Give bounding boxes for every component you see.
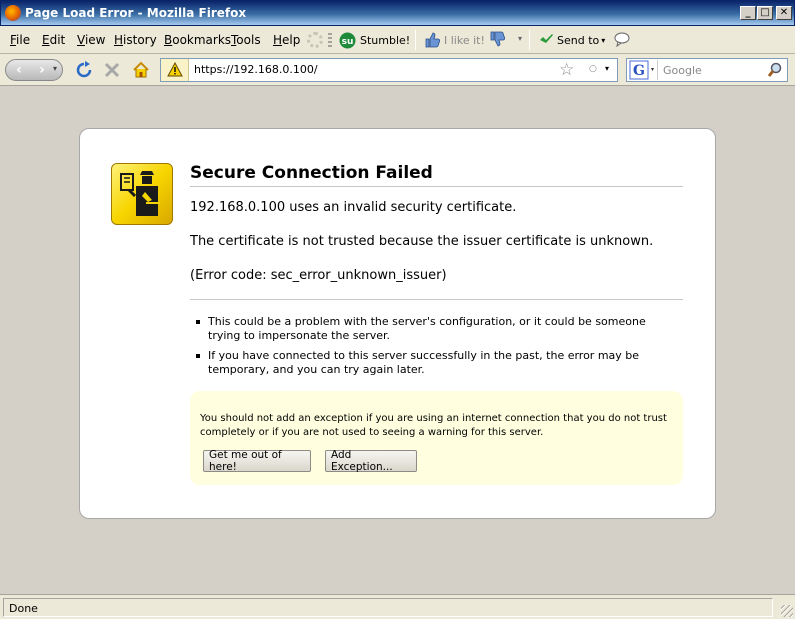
toolbar-separator xyxy=(415,30,416,50)
error-line-2: The certificate is not trusted because t… xyxy=(190,234,654,249)
send-to-label: Send to xyxy=(557,33,600,47)
divider xyxy=(190,299,683,300)
menu-tools[interactable]: Tools xyxy=(231,33,261,47)
feed-icon[interactable]: ○ xyxy=(589,64,597,74)
window-title: Page Load Error - Mozilla Firefox xyxy=(25,6,247,20)
minimize-button[interactable]: _ xyxy=(740,6,756,20)
error-code: (Error code: sec_error_unknown_issuer) xyxy=(190,268,447,283)
list-item: If you have connected to this server suc… xyxy=(196,349,676,377)
send-to-button[interactable]: Send to ▾ xyxy=(538,30,605,50)
home-button[interactable] xyxy=(131,59,151,81)
status-panel: Done xyxy=(3,598,773,617)
forward-arrow-icon: › xyxy=(39,62,45,78)
forward-button[interactable]: › xyxy=(31,60,53,80)
toolbar-dropdown-icon[interactable]: ▾ xyxy=(518,34,522,43)
menu-view[interactable]: View xyxy=(77,33,105,47)
stop-button[interactable] xyxy=(102,59,122,81)
stumble-button[interactable]: su Stumble! xyxy=(339,30,410,50)
send-to-icon xyxy=(540,34,553,43)
reload-button[interactable] xyxy=(74,59,94,81)
bookmark-star-icon[interactable]: ☆ xyxy=(559,60,574,80)
warning-icon xyxy=(167,61,183,77)
comment-button[interactable] xyxy=(614,31,630,47)
status-bar: Done xyxy=(0,594,795,619)
resize-grip-icon[interactable] xyxy=(781,605,793,617)
firefox-icon[interactable] xyxy=(5,5,21,21)
search-bar[interactable]: G Google xyxy=(626,58,788,82)
stumble-label: Stumble! xyxy=(360,33,411,47)
google-icon: G xyxy=(629,60,654,80)
url-bar[interactable]: https://192.168.0.100/ ☆ ○ ▾ xyxy=(160,58,618,82)
search-placeholder: Google xyxy=(663,64,702,77)
maximize-button[interactable]: □ xyxy=(757,6,773,20)
title-bar[interactable]: Page Load Error - Mozilla Firefox _ □ ✕ xyxy=(0,0,795,26)
menu-edit[interactable]: Edit xyxy=(42,33,65,47)
stop-icon xyxy=(104,62,120,78)
toolbar-separator xyxy=(529,30,530,50)
url-dropdown-icon[interactable]: ▾ xyxy=(605,64,609,73)
close-button[interactable]: ✕ xyxy=(776,6,792,20)
list-item: This could be a problem with the server'… xyxy=(196,315,676,343)
menu-help[interactable]: Help xyxy=(273,33,300,47)
status-text: Done xyxy=(9,602,38,615)
error-line-1: 192.168.0.100 uses an invalid security c… xyxy=(190,200,517,215)
ilike-label: I like it! xyxy=(444,33,485,47)
ilike-button[interactable]: I like it! xyxy=(424,30,485,50)
history-dropdown-icon[interactable]: ▾ xyxy=(53,64,57,73)
speech-bubble-icon xyxy=(614,32,630,47)
officer-figure-icon xyxy=(120,171,160,216)
throbber-icon xyxy=(307,32,323,48)
add-exception-button[interactable]: Add Exception... xyxy=(325,449,417,473)
back-arrow-icon: ‹ xyxy=(16,62,22,78)
reload-icon xyxy=(76,61,92,78)
search-engine-button[interactable]: G xyxy=(628,60,658,80)
error-title: Secure Connection Failed xyxy=(190,163,683,187)
svg-text:su: su xyxy=(342,37,354,47)
get-me-out-button[interactable]: Get me out of here! xyxy=(203,449,311,473)
thumbs-up-icon xyxy=(425,32,440,48)
stumbleupon-icon: su xyxy=(339,32,356,48)
menu-file[interactable]: File xyxy=(10,33,30,47)
error-bullet-list: This could be a problem with the server'… xyxy=(196,315,676,383)
search-go-button[interactable] xyxy=(767,62,783,78)
magnifier-icon xyxy=(767,62,782,77)
menu-bar: File Edit View History Bookmarks Tools H… xyxy=(0,26,795,54)
navigation-toolbar: ‹ › ▾ https://192.168.0.100/ ☆ ○ ▾ G Goo… xyxy=(0,54,795,86)
back-forward-group: ‹ › ▾ xyxy=(5,59,63,81)
chevron-down-icon: ▾ xyxy=(601,35,606,45)
site-identity-button[interactable] xyxy=(161,59,189,81)
menu-bookmarks[interactable]: Bookmarks xyxy=(164,33,231,47)
menu-history[interactable]: History xyxy=(114,33,157,47)
back-button[interactable]: ‹ xyxy=(8,60,30,80)
exception-warning-text: You should not add an exception if you a… xyxy=(200,413,667,438)
svg-text:G: G xyxy=(633,63,645,79)
toolbar-grip-icon[interactable] xyxy=(328,33,332,47)
thumbs-down-icon xyxy=(490,31,505,47)
home-icon xyxy=(133,61,149,78)
exception-warning-box: You should not add an exception if you a… xyxy=(190,391,683,485)
page-content: Secure Connection Failed 192.168.0.100 u… xyxy=(0,87,795,594)
thumbs-down-button[interactable] xyxy=(489,31,505,47)
url-text: https://192.168.0.100/ xyxy=(194,63,318,76)
security-officer-icon xyxy=(111,163,173,225)
error-page-container: Secure Connection Failed 192.168.0.100 u… xyxy=(79,128,716,519)
